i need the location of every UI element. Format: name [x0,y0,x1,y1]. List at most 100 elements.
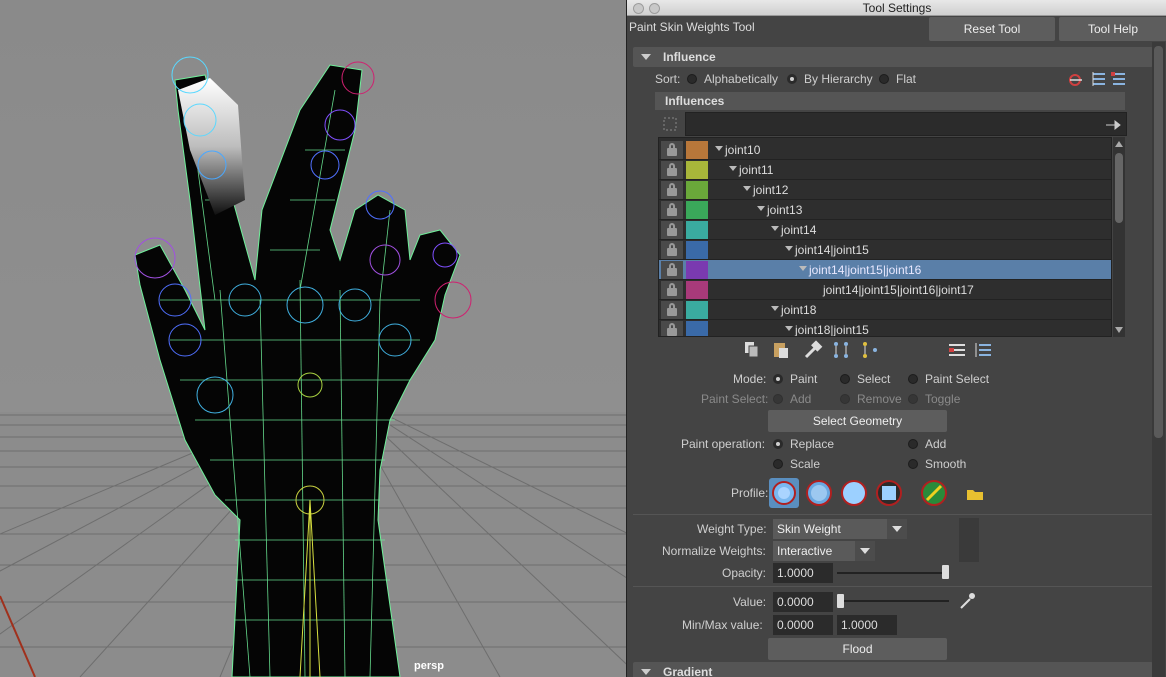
weight-type-dropdown[interactable]: Skin Weight [773,519,907,539]
lock-icon[interactable] [661,221,683,239]
lock-icon[interactable] [661,141,683,159]
profile-gaussian-button[interactable] [769,478,799,508]
paint-select-toggle-radio[interactable] [908,394,918,404]
value-slider-track[interactable] [837,600,949,602]
paint-select-add-radio[interactable] [773,394,783,404]
window-title: Tool Settings [862,1,932,15]
paint-op-scale-radio[interactable] [773,459,783,469]
select-geometry-button[interactable]: Select Geometry [768,410,947,432]
influence-color-swatch[interactable] [686,221,708,239]
expand-arrow-icon[interactable] [771,306,779,311]
flood-button[interactable]: Flood [768,638,947,660]
show-influences-icon[interactable] [860,340,880,360]
opacity-slider-knob[interactable] [942,565,949,579]
filter-select-icon[interactable] [661,115,681,135]
influence-row[interactable]: joint14|joint15 [659,240,1111,260]
influence-row[interactable]: joint14 [659,220,1111,240]
expand-arrow-icon[interactable] [715,146,723,151]
influence-name: joint14|joint15 [795,243,869,257]
influence-color-swatch[interactable] [686,321,708,336]
influence-color-swatch[interactable] [686,141,708,159]
paste-weights-icon[interactable] [771,340,791,360]
influences-list[interactable]: joint10 joint11 joint12 joint13 joint14 joint… [658,137,1112,337]
influence-row[interactable]: joint12 [659,180,1111,200]
influence-row[interactable]: joint14|joint15|joint16 [659,260,1111,280]
influence-filter-input[interactable] [685,112,1127,136]
profile-soft-brush-button[interactable] [804,478,834,508]
max-value-field[interactable]: 1.0000 [837,615,897,635]
influence-color-swatch[interactable] [686,241,708,259]
lock-icon[interactable] [661,281,683,299]
chevron-down-icon [887,519,907,539]
expand-arrow-icon[interactable] [729,166,737,171]
panel-scroll-thumb[interactable] [1154,46,1163,438]
influence-section-header[interactable]: Influence [633,47,1153,67]
influence-color-swatch[interactable] [686,281,708,299]
paint-op-add-radio[interactable] [908,439,918,449]
reset-tool-button[interactable]: Reset Tool [929,17,1055,41]
mode-paint-select-radio[interactable] [908,374,918,384]
influence-row[interactable]: joint13 [659,200,1111,220]
paint-op-smooth-radio[interactable] [908,459,918,469]
influence-row[interactable]: joint18|joint15 [659,320,1111,336]
lock-icon[interactable] [661,181,683,199]
value-field[interactable]: 0.0000 [773,592,833,612]
expand-arrow-icon[interactable] [771,226,779,231]
influence-color-swatch[interactable] [686,261,708,279]
collapse-list-icon[interactable] [973,340,993,360]
gradient-section-header[interactable]: Gradient [633,662,1153,677]
mode-select-radio[interactable] [840,374,850,384]
move-influence-icon[interactable] [831,340,851,360]
hierarchy-list-icon[interactable] [1089,70,1109,90]
expand-arrow-icon[interactable] [799,266,807,271]
scroll-up-icon[interactable] [1115,141,1123,147]
influences-scrollbar[interactable] [1113,137,1125,337]
folder-icon[interactable] [965,484,985,504]
eyedropper-icon[interactable] [957,591,977,611]
influence-color-swatch[interactable] [686,161,708,179]
move-weights-icon[interactable] [1067,70,1087,90]
opacity-slider-track[interactable] [837,572,949,574]
3d-viewport[interactable]: persp [0,0,626,677]
scroll-thumb[interactable] [1115,153,1123,223]
expand-list-icon[interactable] [947,340,967,360]
scroll-down-icon[interactable] [1115,327,1123,333]
lock-icon[interactable] [661,261,683,279]
influence-row[interactable]: joint10 [659,140,1111,160]
expand-arrow-icon[interactable] [757,206,765,211]
influence-row[interactable]: joint14|joint15|joint16|joint17 [659,280,1111,300]
gradient-section-label: Gradient [663,665,713,677]
lock-icon[interactable] [661,321,683,336]
panel-scrollbar[interactable] [1152,42,1165,677]
sort-flat-radio[interactable] [879,74,889,84]
min-value-field[interactable]: 0.0000 [773,615,833,635]
profile-image-brush-button[interactable] [919,478,949,508]
paint-op-replace-radio[interactable] [773,439,783,449]
expand-arrow-icon[interactable] [743,186,751,191]
influence-row[interactable]: joint18 [659,300,1111,320]
lock-icon[interactable] [661,201,683,219]
lock-icon[interactable] [661,241,683,259]
sort-by-hierarchy-radio[interactable] [787,74,797,84]
opacity-field[interactable]: 1.0000 [773,563,833,583]
paint-select-remove-radio[interactable] [840,394,850,404]
normalize-weights-dropdown[interactable]: Interactive [773,541,875,561]
copy-weights-icon[interactable] [742,340,762,360]
value-slider-knob[interactable] [837,594,844,608]
mode-paint-radio[interactable] [773,374,783,384]
tool-help-button[interactable]: Tool Help [1059,17,1166,41]
lock-icon[interactable] [661,161,683,179]
profile-solid-brush-button[interactable] [839,478,869,508]
influence-color-swatch[interactable] [686,301,708,319]
influence-color-swatch[interactable] [686,201,708,219]
influence-color-swatch[interactable] [686,181,708,199]
expand-arrow-icon[interactable] [785,246,793,251]
expand-arrow-icon[interactable] [785,326,793,331]
lock-icon[interactable] [661,301,683,319]
profile-square-brush-button[interactable] [874,478,904,508]
influence-row[interactable]: joint11 [659,160,1111,180]
sort-alphabetically-radio[interactable] [687,74,697,84]
weight-hammer-icon[interactable] [803,340,823,360]
flat-list-icon[interactable] [1109,70,1129,90]
filter-pin-icon[interactable] [1103,115,1123,135]
